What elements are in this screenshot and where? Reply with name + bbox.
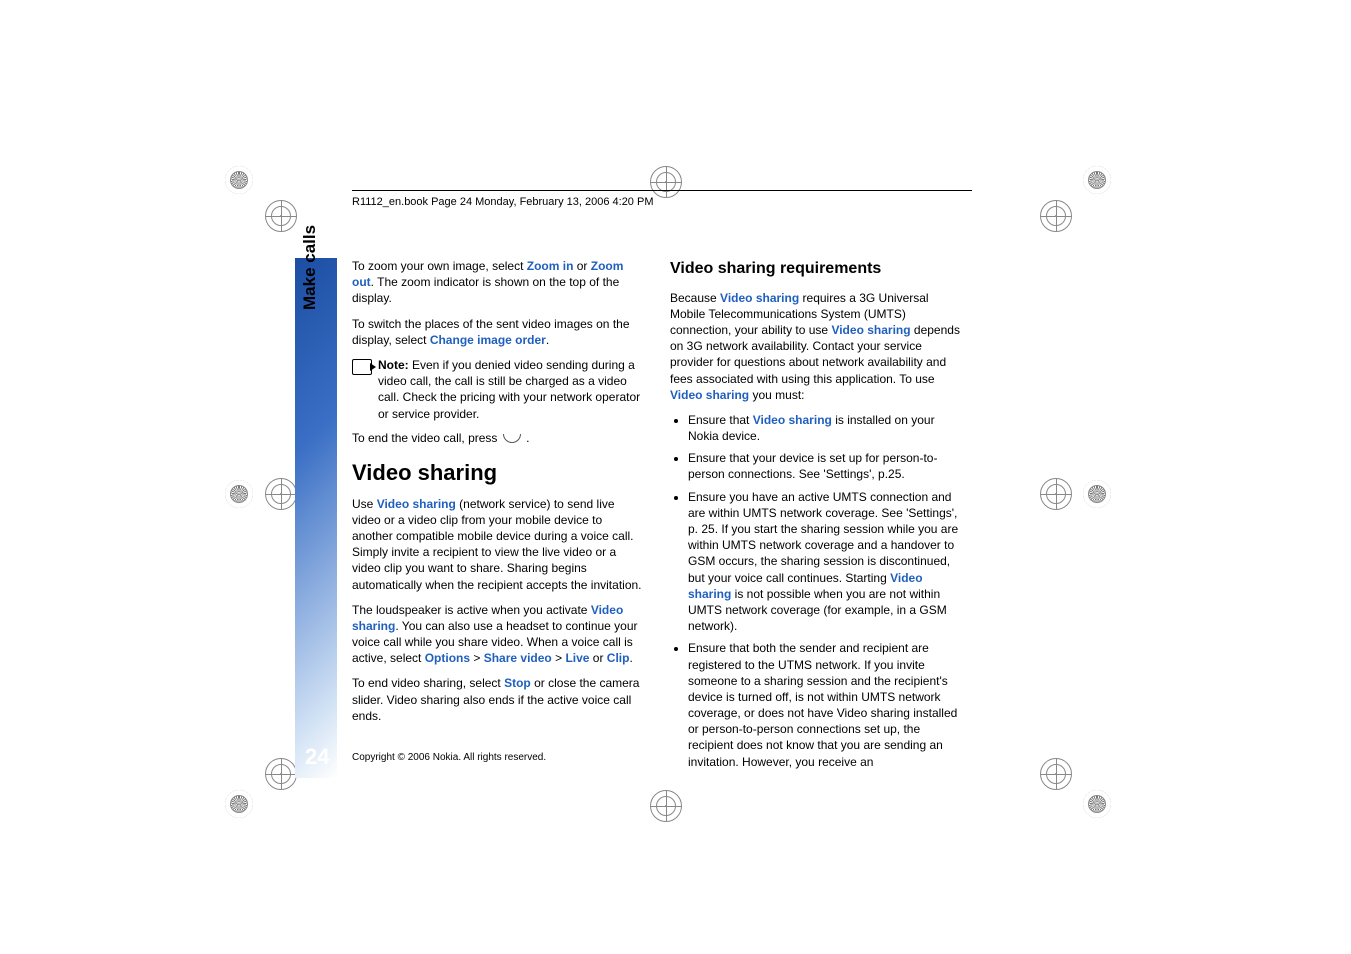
right-column: Video sharing requirements Because Video…	[670, 258, 960, 776]
paragraph: To switch the places of the sent video i…	[352, 316, 642, 348]
paragraph: To zoom your own image, select Zoom in o…	[352, 258, 642, 307]
paragraph: The loudspeaker is active when you activ…	[352, 602, 642, 667]
note-block: Note: Even if you denied video sending d…	[352, 357, 642, 422]
chapter-label: Make calls	[300, 225, 320, 310]
page-header: R1112_en.book Page 24 Monday, February 1…	[352, 196, 653, 208]
header-rule	[352, 190, 972, 191]
print-reg-hatch	[1083, 480, 1111, 508]
page-number: 24	[305, 744, 329, 770]
print-reg-mark	[1040, 200, 1072, 232]
print-reg-mark	[650, 166, 682, 198]
ui-term-video-sharing: Video sharing	[753, 413, 832, 427]
print-reg-mark	[265, 758, 297, 790]
print-reg-mark	[1040, 758, 1072, 790]
ui-term-video-sharing: Video sharing	[377, 497, 456, 511]
body-content: To zoom your own image, select Zoom in o…	[352, 258, 972, 776]
ui-term-clip: Clip	[607, 651, 630, 665]
ui-term-change-image-order: Change image order	[430, 333, 546, 347]
requirements-list: Ensure that Video sharing is installed o…	[670, 412, 960, 770]
end-call-key-icon	[503, 434, 521, 443]
list-item: Ensure you have an active UMTS connectio…	[688, 489, 960, 635]
print-reg-hatch	[225, 480, 253, 508]
paragraph: To end video sharing, select Stop or clo…	[352, 675, 642, 724]
ui-term-video-sharing: Video sharing	[831, 323, 910, 337]
print-reg-hatch	[1083, 166, 1111, 194]
ui-term-options: Options	[425, 651, 470, 665]
print-reg-mark	[1040, 478, 1072, 510]
chapter-sidebar-bg	[295, 258, 337, 778]
paragraph: Use Video sharing (network service) to s…	[352, 496, 642, 593]
print-reg-mark	[650, 790, 682, 822]
list-item: Ensure that both the sender and recipien…	[688, 640, 960, 770]
ui-term-zoom-in: Zoom in	[527, 259, 574, 273]
print-reg-mark	[265, 200, 297, 232]
print-reg-hatch	[225, 166, 253, 194]
ui-term-video-sharing: Video sharing	[670, 388, 749, 402]
note-body: Even if you denied video sending during …	[378, 358, 640, 421]
paragraph: To end the video call, press .	[352, 430, 642, 446]
note-label: Note:	[378, 358, 412, 372]
subheading-requirements: Video sharing requirements	[670, 258, 960, 280]
list-item: Ensure that Video sharing is installed o…	[688, 412, 960, 444]
ui-term-video-sharing: Video sharing	[720, 291, 799, 305]
left-column: To zoom your own image, select Zoom in o…	[352, 258, 642, 776]
ui-term-stop: Stop	[504, 676, 531, 690]
section-heading-video-sharing: Video sharing	[352, 458, 642, 488]
ui-term-share-video: Share video	[484, 651, 552, 665]
paragraph: Because Video sharing requires a 3G Univ…	[670, 290, 960, 403]
ui-term-live: Live	[565, 651, 589, 665]
print-reg-hatch	[1083, 790, 1111, 818]
list-item: Ensure that your device is set up for pe…	[688, 450, 960, 482]
print-reg-hatch	[225, 790, 253, 818]
note-icon	[352, 359, 372, 375]
print-reg-mark	[265, 478, 297, 510]
